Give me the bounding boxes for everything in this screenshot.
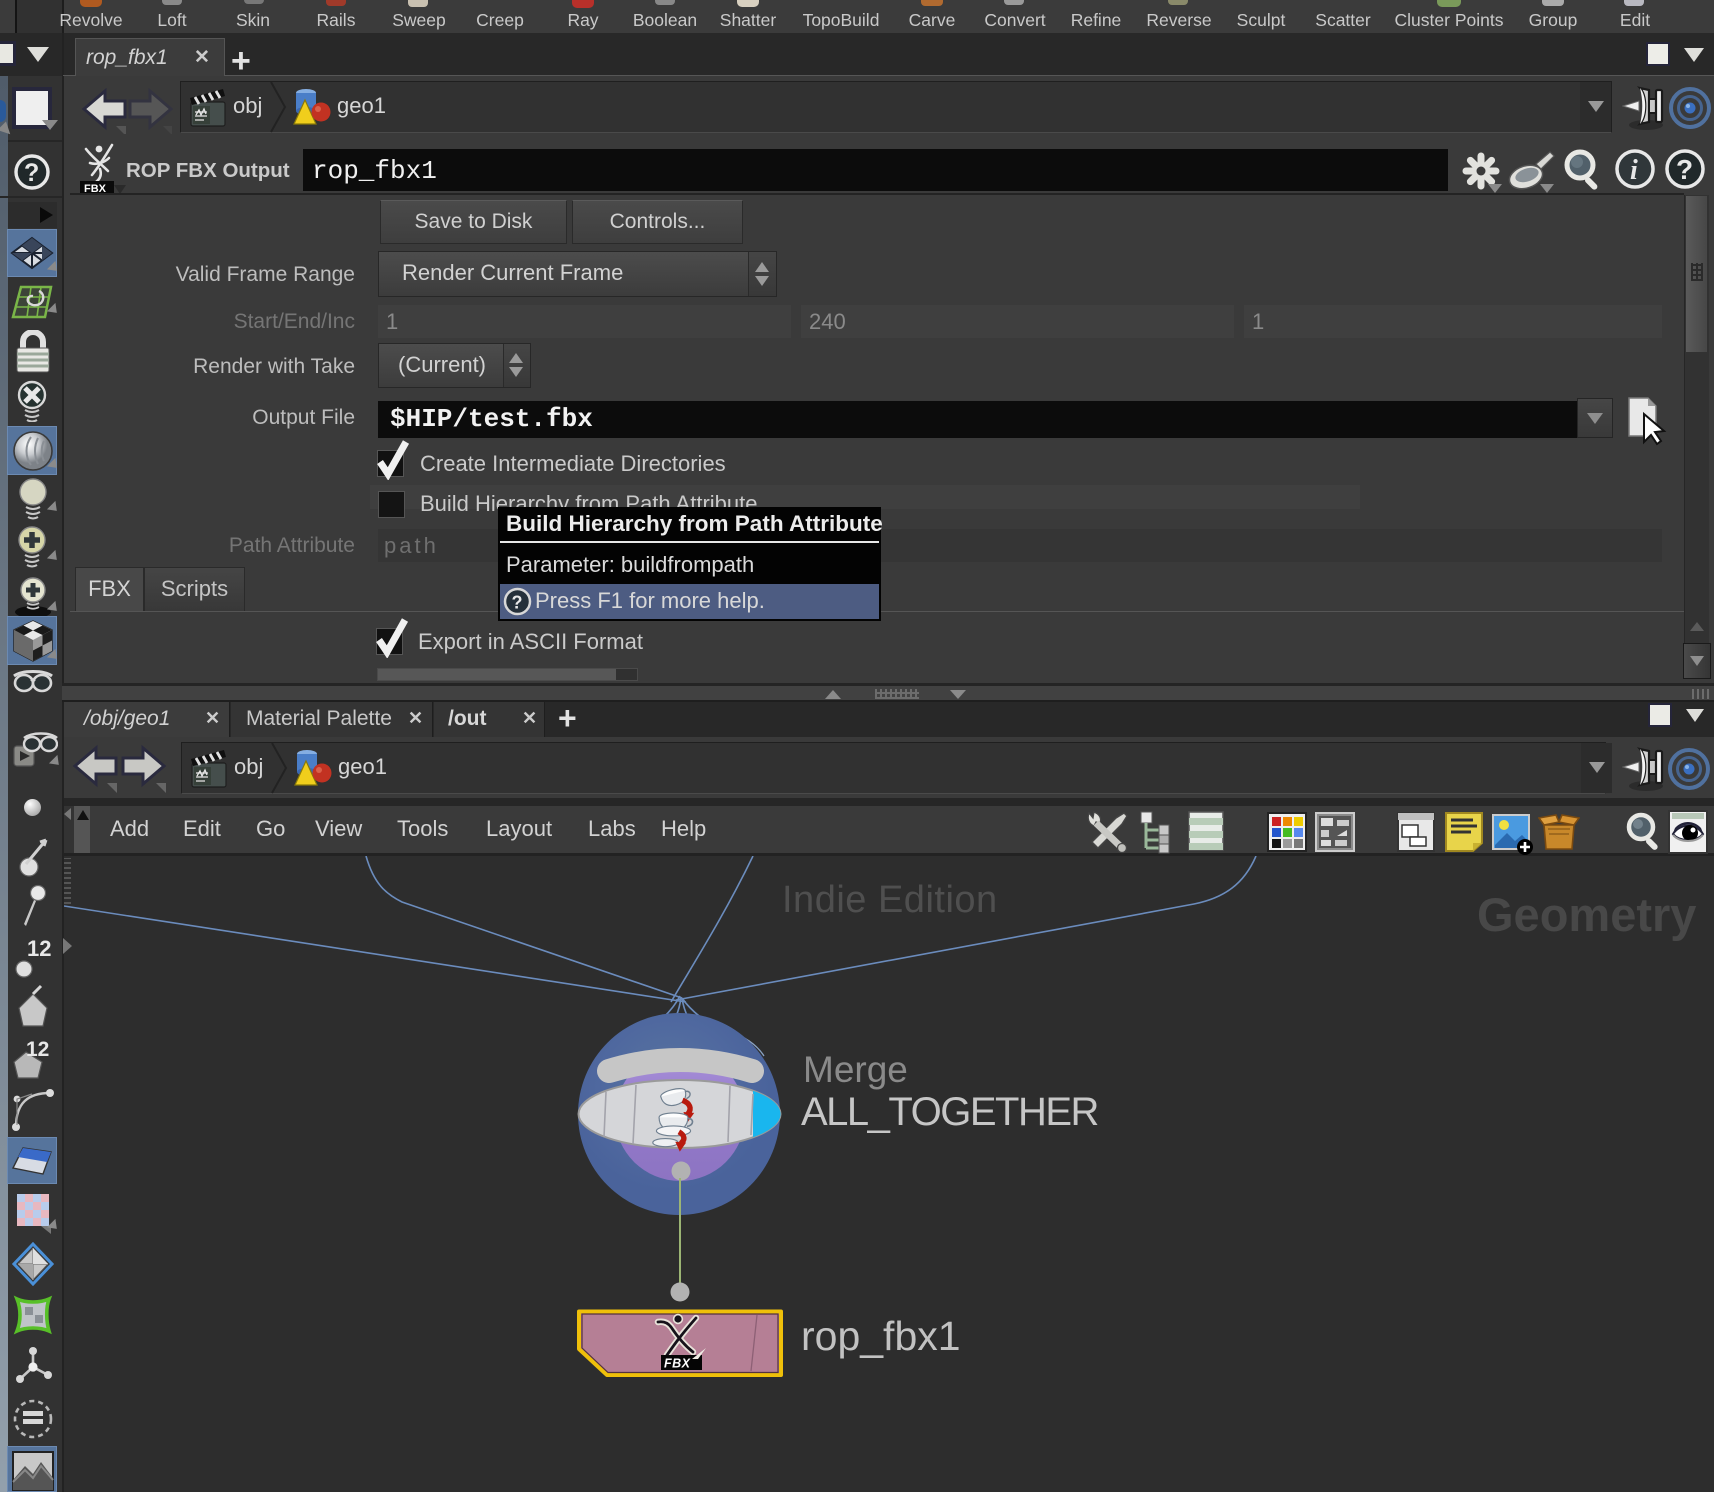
svg-text:?: ? [1676,154,1693,185]
svg-text:i: i [1630,155,1638,186]
svg-text:?: ? [512,593,523,613]
svg-text:?: ? [24,159,39,187]
svg-text:12: 12 [27,936,51,961]
svg-text:12: 12 [26,1038,49,1061]
svg-text:FBX: FBX [664,1357,691,1371]
